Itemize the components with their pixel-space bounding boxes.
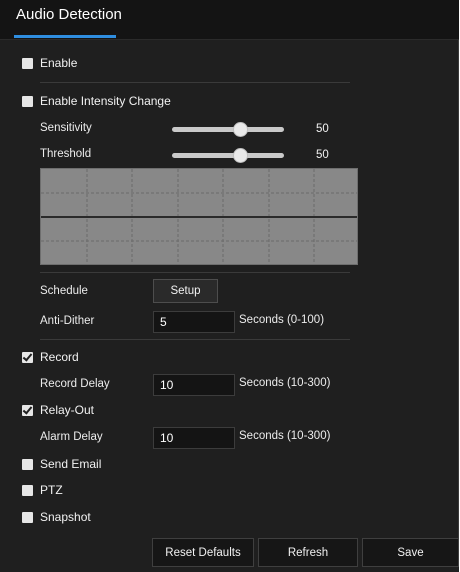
anti-dither-label: Anti-Dither [40,315,95,327]
reset-defaults-button[interactable]: Reset Defaults [152,538,254,567]
record-delay-input[interactable]: 10 [153,374,235,396]
ptz-checkbox[interactable] [22,485,33,496]
intensity-change-checkbox[interactable] [22,96,33,107]
threshold-slider-knob[interactable] [233,148,248,163]
save-button[interactable]: Save [362,538,459,567]
alarm-delay-label: Alarm Delay [40,431,103,443]
divider [40,339,350,340]
sensitivity-slider-track[interactable] [172,127,284,132]
snapshot-label: Snapshot [40,510,91,524]
alarm-delay-unit: Seconds (10-300) [239,430,331,442]
tab-bar-divider [0,39,459,40]
refresh-button[interactable]: Refresh [258,538,358,567]
send-email-checkbox[interactable] [22,459,33,470]
anti-dither-input[interactable]: 5 [153,311,235,333]
tab-bar: Audio Detection [0,0,459,40]
threshold-label: Threshold [40,148,92,160]
send-email-label: Send Email [40,457,102,471]
sensitivity-value: 50 [316,123,329,135]
record-checkbox[interactable] [22,352,33,363]
tab-audio-detection[interactable]: Audio Detection [16,6,122,23]
relay-out-label: Relay-Out [40,403,95,417]
divider [40,272,350,273]
audio-detection-panel: Audio Detection Enable Enable Intensity … [0,0,459,572]
intensity-change-label: Enable Intensity Change [40,94,171,108]
record-delay-label: Record Delay [40,378,110,390]
anti-dither-unit: Seconds (0-100) [239,314,325,326]
divider [40,82,350,83]
snapshot-checkbox[interactable] [22,512,33,523]
relay-out-checkbox[interactable] [22,405,33,416]
enable-checkbox[interactable] [22,58,33,69]
tab-active-indicator [14,35,116,38]
enable-label: Enable [40,56,78,70]
schedule-setup-button[interactable]: Setup [153,279,218,303]
intensity-graph [40,168,358,265]
threshold-value: 50 [316,149,329,161]
sensitivity-label: Sensitivity [40,122,92,134]
threshold-slider-track[interactable] [172,153,284,158]
alarm-delay-input[interactable]: 10 [153,427,235,449]
record-delay-unit: Seconds (10-300) [239,377,331,389]
intensity-graph-grid [41,169,357,264]
ptz-label: PTZ [40,483,63,497]
schedule-label: Schedule [40,285,88,297]
sensitivity-slider-knob[interactable] [233,122,248,137]
record-label: Record [40,350,79,364]
